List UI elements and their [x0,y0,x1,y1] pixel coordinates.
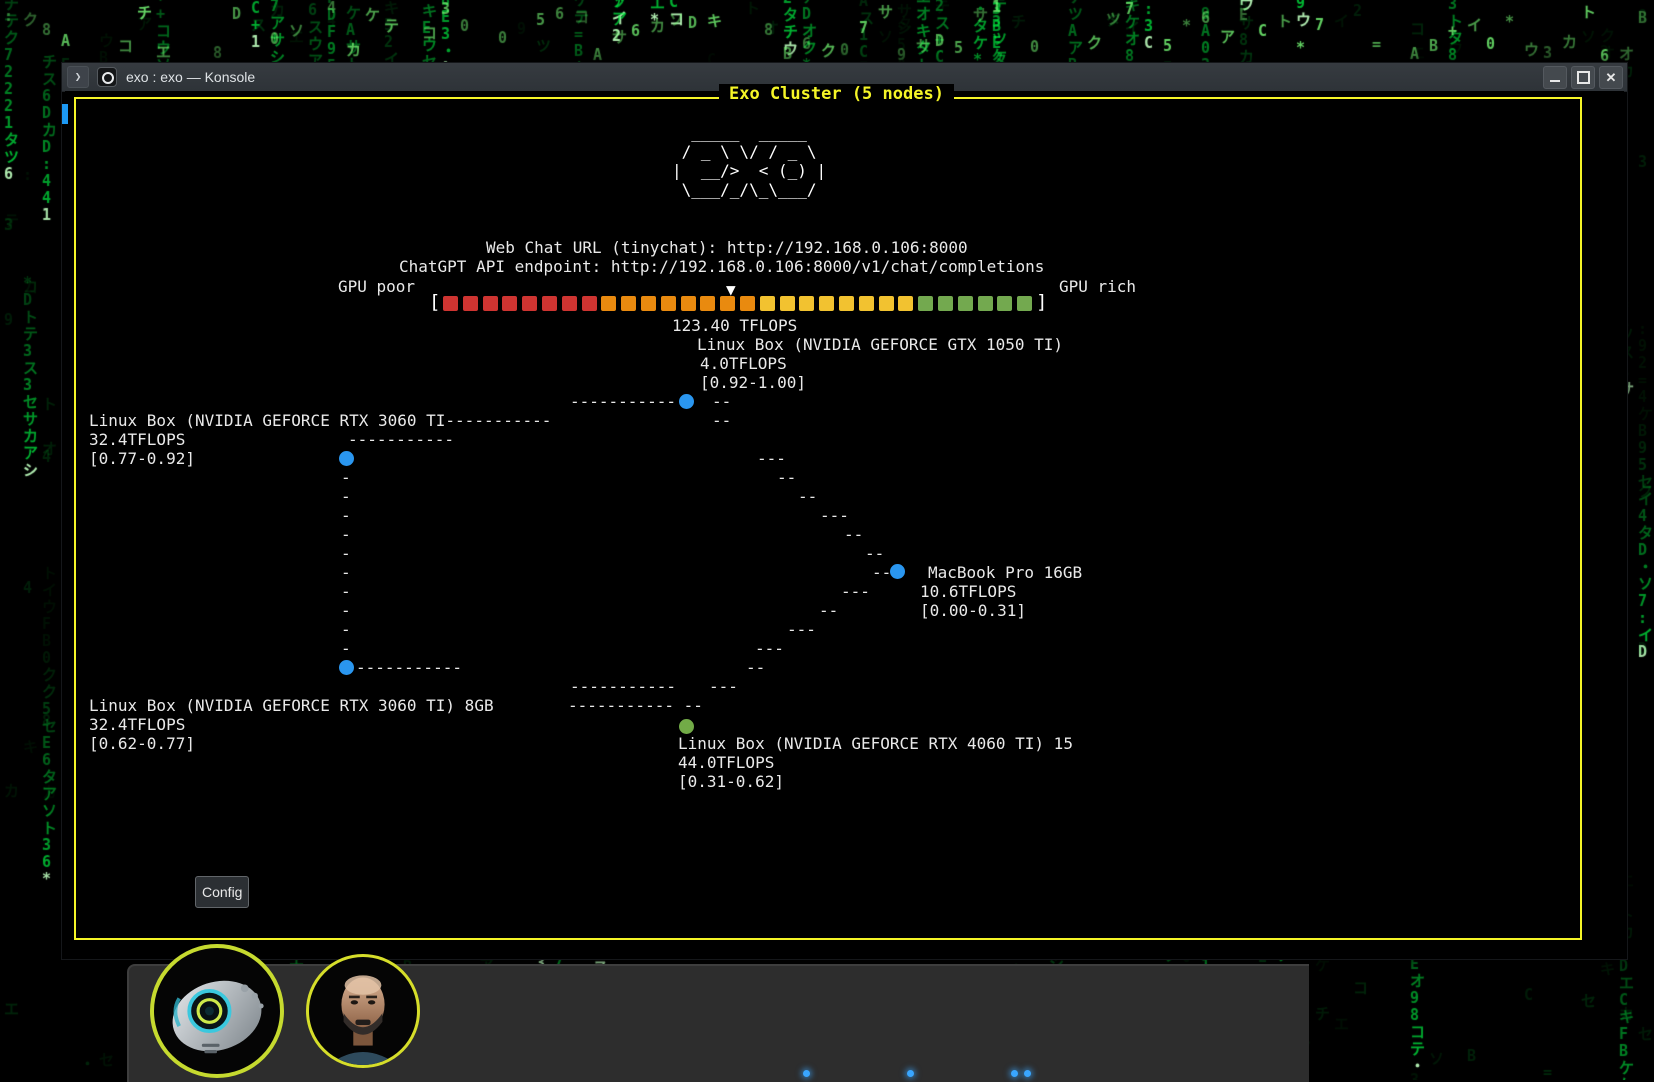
tab-chevron-icon[interactable]: ❯ [67,66,89,88]
window-titlebar[interactable]: ❯ exo : exo — Konsole ✕ [62,63,1627,92]
maximize-icon [1577,71,1590,84]
window-title: exo : exo — Konsole [126,69,255,85]
running-indicator-dot [803,1070,810,1077]
konsole-window: ❯ exo : exo — Konsole ✕ [61,62,1628,960]
close-icon: ✕ [1606,71,1617,84]
running-indicator-dot [1011,1070,1018,1077]
dock-panel [127,964,1309,1082]
config-button[interactable]: Config [195,876,249,908]
minimize-button[interactable] [1543,66,1567,89]
close-button[interactable]: ✕ [1599,66,1623,89]
scroll-indicator [62,104,68,124]
running-indicator-dot [1024,1070,1031,1077]
dock-robot-avatar-icon[interactable] [150,944,284,1078]
terminal-viewport[interactable] [65,91,1624,956]
desktop: { "titlebar": { "title": "exo : exo — Ko… [0,0,1654,1080]
konsole-app-icon [97,67,117,87]
robot-head-graphic [154,948,280,1074]
man-face-graphic [309,957,417,1065]
maximize-button[interactable] [1571,66,1595,89]
running-indicator-dot [907,1070,914,1077]
minimize-icon [1550,80,1560,82]
dock-man-avatar-icon[interactable] [306,954,420,1068]
